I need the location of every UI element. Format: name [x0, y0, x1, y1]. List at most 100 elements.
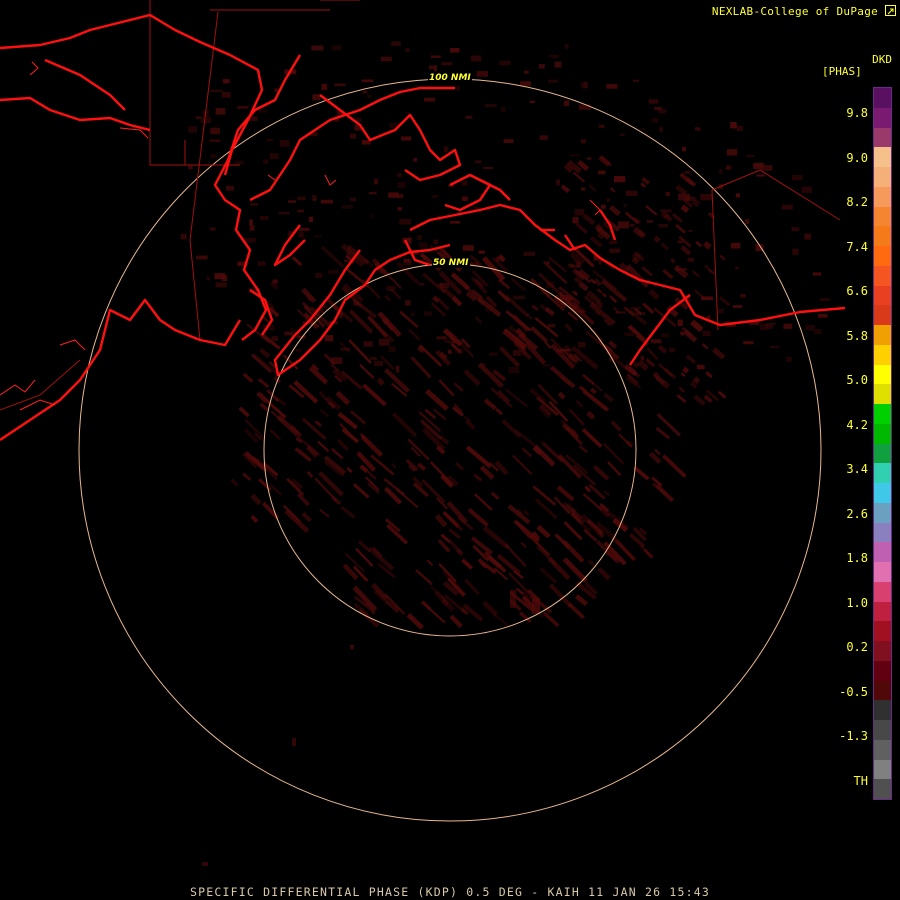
echo-cell [341, 205, 353, 209]
echo-cell [414, 568, 433, 586]
echo-cell [603, 490, 610, 496]
echo-cell [625, 190, 638, 197]
echo-cell [391, 41, 401, 46]
echo-cell [463, 369, 481, 387]
legend-swatch [874, 265, 891, 286]
legend-swatch [874, 404, 891, 424]
legend-swatch [874, 463, 891, 483]
echo-cell [426, 559, 434, 567]
echo-cell [560, 349, 570, 352]
echo-cell [188, 165, 193, 170]
echo-cell [221, 91, 231, 98]
echo-cell [362, 383, 387, 407]
echo-cell [554, 61, 562, 68]
echo-cell [586, 410, 596, 420]
echo-cell [397, 194, 404, 199]
legend-swatch [874, 107, 891, 128]
echo-cell [817, 313, 828, 318]
legend-label: 5.0 [846, 373, 868, 387]
echo-cell [617, 221, 629, 229]
echo-cell [598, 124, 605, 129]
echo-cell [454, 461, 465, 471]
echo-cell [635, 312, 646, 315]
echo-cell [646, 220, 653, 223]
echo-cell [324, 335, 334, 342]
echo-cell [481, 363, 486, 366]
echo-cell [210, 127, 220, 135]
echo-cell [712, 347, 726, 360]
echo-cell [618, 433, 633, 448]
echo-cell [450, 221, 461, 224]
echo-cell [433, 239, 439, 244]
echo-cell [395, 365, 400, 373]
echo-cell [250, 493, 262, 506]
echo-cell [663, 367, 677, 380]
echo-cell [490, 491, 500, 500]
legend-swatch [874, 167, 891, 187]
echo-cell [679, 330, 685, 337]
legend-label: 0.2 [846, 640, 868, 654]
legend-swatch [874, 700, 891, 720]
radar-echoes [180, 41, 831, 866]
echo-cell [370, 357, 377, 360]
echo-cell [560, 184, 571, 194]
echo-cell [407, 438, 430, 461]
echo-cell [745, 154, 755, 158]
echo-cell [539, 135, 548, 140]
echo-cell [804, 233, 811, 240]
echo-cell [443, 146, 448, 153]
echo-cell [397, 173, 402, 178]
echo-cell [542, 363, 551, 367]
echo-cell [539, 63, 545, 69]
echo-cell [274, 88, 279, 93]
echo-cell [269, 428, 282, 441]
echo-cell [308, 216, 313, 223]
echo-cell [284, 509, 310, 533]
echo-cell [342, 563, 359, 581]
echo-cell [533, 444, 556, 467]
echo-cell [589, 387, 597, 395]
echo-cell [770, 345, 780, 349]
ring-label-100: 100 NMI [428, 73, 472, 83]
echo-cell [677, 319, 683, 326]
echo-cell [732, 305, 743, 308]
echo-cell [519, 611, 532, 624]
echo-cell [292, 738, 296, 746]
echo-cell [362, 90, 368, 94]
echo-cell [648, 288, 660, 300]
echo-cell [574, 209, 585, 216]
echo-cell [501, 419, 522, 439]
echo-cell [510, 590, 516, 608]
echo-cell [244, 418, 266, 441]
echo-cell [547, 324, 556, 328]
echo-cell [339, 341, 351, 354]
echo-cell [640, 355, 645, 361]
echo-cell [759, 323, 768, 331]
external-link-icon[interactable] [885, 5, 896, 16]
echo-cell [297, 209, 304, 213]
echo-cell [682, 147, 686, 152]
echo-cell [428, 65, 437, 69]
echo-cell [514, 520, 533, 540]
echo-cell [658, 108, 667, 114]
echo-cell [679, 172, 694, 186]
echo-cell [315, 273, 323, 279]
echo-cell [682, 366, 690, 374]
echo-cell [226, 185, 234, 191]
echo-cell [641, 128, 646, 131]
echo-cell [700, 194, 713, 201]
echo-cell [730, 122, 737, 129]
echo-cell [202, 862, 208, 866]
echo-cell [462, 245, 474, 251]
echo-cell [645, 204, 658, 216]
echo-cell [603, 392, 614, 403]
echo-cell [593, 278, 602, 287]
echo-cell [557, 391, 566, 400]
echo-cell [631, 306, 641, 310]
echo-cell [704, 264, 710, 270]
echo-cell [610, 420, 622, 432]
echo-cell [479, 465, 495, 480]
echo-cell [418, 282, 425, 286]
echo-cell [694, 289, 706, 300]
echo-cell [407, 328, 421, 341]
